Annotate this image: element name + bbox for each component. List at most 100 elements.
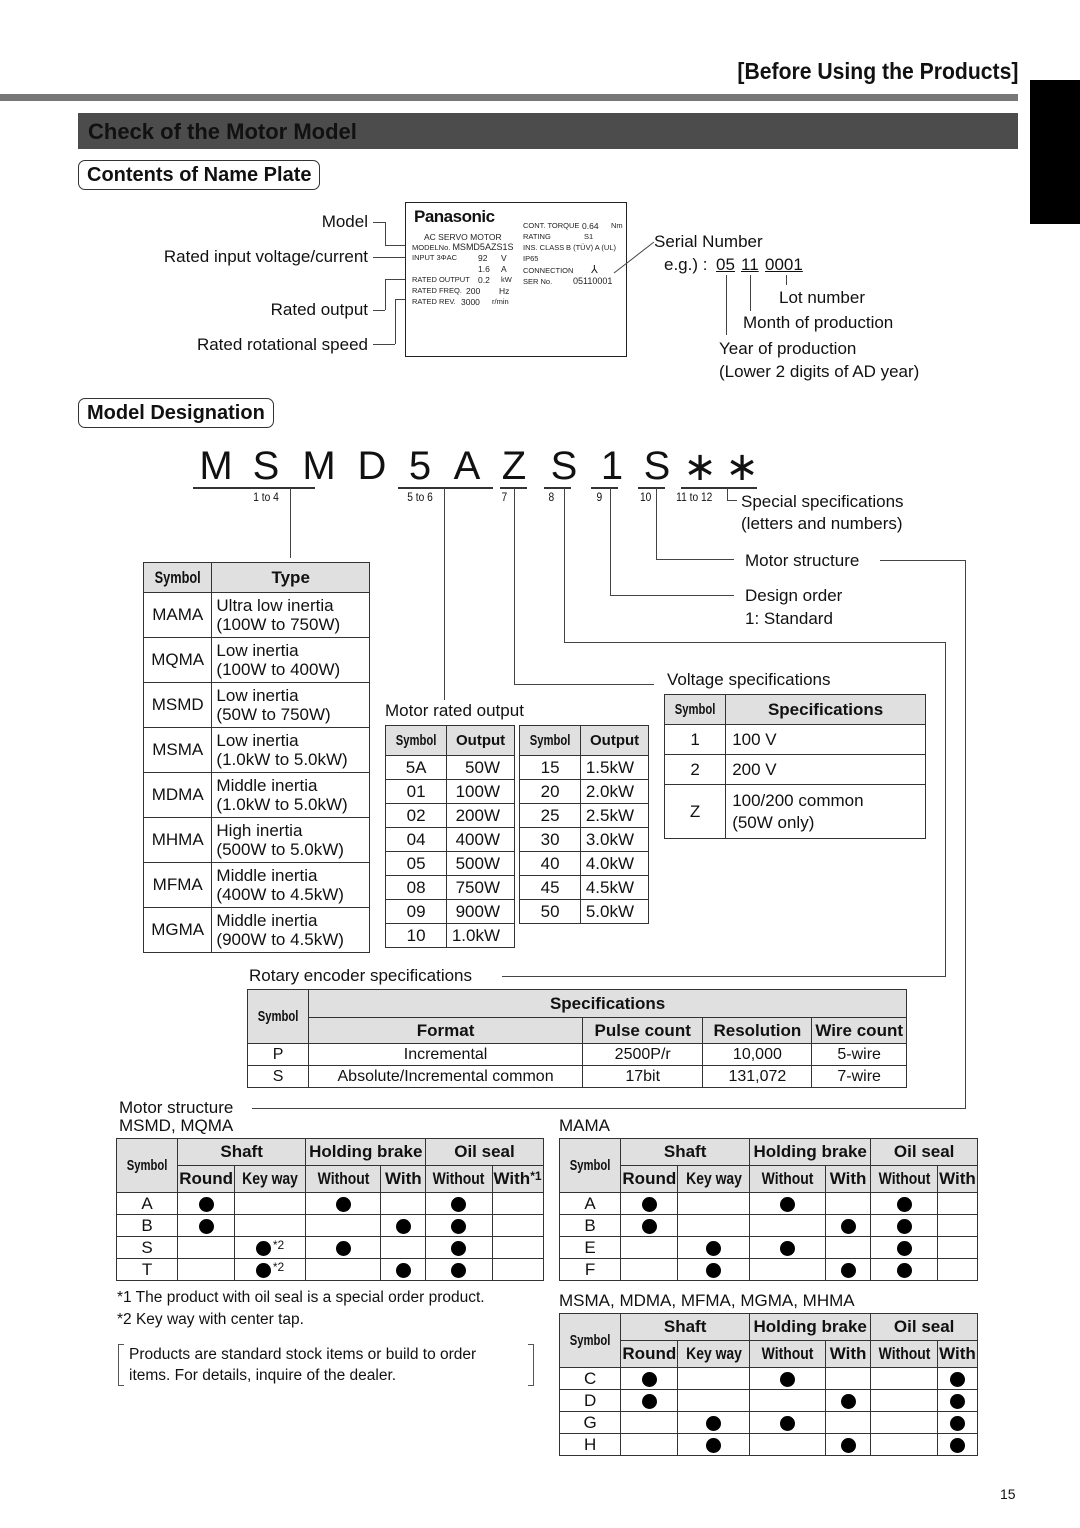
output-symbol: 30 [518, 827, 582, 852]
label-model: Model [321, 212, 368, 231]
voltage-row: Z 100/200 common (50W only) [663, 784, 926, 839]
filled-circle-icon [779, 1371, 795, 1387]
structure-row: C [558, 1367, 979, 1390]
stock-note-line2: items. For details, inquire of the deale… [129, 1367, 397, 1384]
output-symbol: 45 [518, 875, 582, 900]
structure-group-header: Shaft [620, 1313, 751, 1341]
filled-circle-icon [706, 1262, 722, 1278]
type-symbol: MAMA [142, 592, 213, 638]
structure-group-header: Holding brake [749, 1313, 872, 1341]
structure-sub-header: Key way [677, 1340, 751, 1368]
output-value: 1.0kW [446, 923, 515, 948]
output-value: 100W [446, 779, 515, 804]
filled-circle-icon [706, 1415, 722, 1431]
voltage-symbol: 2 [663, 754, 727, 785]
structure-sub-header: Without [870, 1165, 938, 1193]
design-order-label: Design order [745, 586, 843, 605]
output-symbol: 04 [384, 827, 448, 852]
motor-structure-callout: Motor structure [745, 551, 860, 570]
structure-row: D [558, 1389, 979, 1412]
structure-sub-header: Key way [234, 1165, 307, 1193]
structure-sub-header: With [936, 1165, 979, 1193]
year-label: Year of production [719, 339, 857, 358]
structure-row: T *2 [115, 1258, 544, 1281]
plate-model-value: MSMD5AZS1S [452, 242, 514, 252]
filled-circle-icon [335, 1196, 351, 1212]
header-rule [0, 94, 1018, 101]
page-title: Check of the Motor Model [78, 113, 1018, 149]
output-value: 750W [446, 875, 515, 900]
plate-serial-value: 05110001 [573, 276, 613, 286]
output-value: 4.0kW [580, 851, 649, 876]
output-value: 3.0kW [580, 827, 649, 852]
footnote-1: *1 The product with oil seal is a specia… [117, 1289, 485, 1306]
section-tag: [Before Using the Products] [737, 58, 1018, 84]
filled-circle-icon [395, 1262, 411, 1278]
structure-group-header: Holding brake [749, 1138, 872, 1166]
filled-circle-icon [706, 1240, 722, 1256]
filled-circle-icon [949, 1371, 965, 1387]
filled-circle-icon [451, 1262, 467, 1278]
special-spec-note: (letters and numbers) [741, 514, 903, 533]
motor-structure-label: Motor structure [119, 1098, 234, 1117]
structure-row: A [558, 1192, 979, 1215]
output-row: 30 3.0kW [518, 827, 649, 852]
encoder-cell: P [246, 1043, 310, 1066]
filled-circle-icon [198, 1218, 214, 1234]
encoder-cell: S [246, 1065, 310, 1088]
voltage-symbol: 1 [663, 724, 727, 755]
output-symbol: 5A [384, 755, 448, 780]
output-symbol: 08 [384, 875, 448, 900]
output-row: 5A 50W [384, 755, 515, 780]
filled-circle-icon [451, 1240, 467, 1256]
structure-title-msma: MSMA, MDMA, MFMA, MGMA, MHMA [559, 1291, 855, 1310]
filled-circle-icon [706, 1437, 722, 1453]
encoder-cell: Absolute/Incremental common [308, 1065, 583, 1088]
type-row: MDMA Middle inertia (1.0kW to 5.0kW) [142, 772, 370, 818]
output-value: 2.0kW [580, 779, 649, 804]
filled-circle-icon [335, 1240, 351, 1256]
output-symbol: 20 [518, 779, 582, 804]
structure-sub-header: With [824, 1340, 872, 1368]
filled-circle-icon [779, 1240, 795, 1256]
output-row: 08 750W [384, 875, 515, 900]
type-symbol: MFMA [142, 862, 213, 908]
label-rated-speed: Rated rotational speed [196, 335, 368, 354]
voltage-spec-label: Voltage specifications [667, 670, 831, 689]
type-description: Ultra low inertia (100W to 750W) [211, 592, 370, 638]
encoder-cell: 2500P/r [581, 1043, 704, 1066]
output-row: 01 100W [384, 779, 515, 804]
output-symbol: 40 [518, 851, 582, 876]
structure-row: H [558, 1433, 979, 1456]
chapter-tab [1030, 80, 1080, 224]
type-symbol: MGMA [142, 907, 213, 953]
output-symbol: 09 [384, 899, 448, 924]
type-description: Low inertia (100W to 400W) [211, 637, 370, 683]
structure-sub-header: With [380, 1165, 427, 1193]
output-table-2: Symbol Output 15 1.5kW 20 2.0kW 25 2.5kW 30 3.0… [518, 725, 649, 924]
filled-circle-icon [896, 1240, 912, 1256]
structure-symbol: E [558, 1236, 622, 1259]
structure-row: A [115, 1192, 544, 1215]
structure-symbol: A [558, 1192, 622, 1215]
structure-sub-header: Round [620, 1340, 679, 1368]
filled-circle-icon [896, 1218, 912, 1234]
serial-leader-line [613, 241, 655, 274]
type-symbol: MSMD [142, 682, 213, 728]
design-order-note: 1: Standard [745, 609, 833, 628]
type-table: Symbol Type MAMA Ultra low inertia (100W t… [142, 562, 370, 953]
year-note: (Lower 2 digits of AD year) [719, 362, 920, 381]
type-description: Low inertia (1.0kW to 5.0kW) [211, 727, 370, 773]
encoder-spec-label: Rotary encoder specifications [249, 966, 473, 985]
voltage-table: Symbol Specifications 1 100 V 2 200 V Z 100/2… [663, 694, 926, 839]
voltage-spec: 100 V [725, 724, 926, 755]
output-row: 10 1.0kW [384, 923, 515, 948]
structure-sub-header: With*1 [491, 1165, 544, 1193]
structure-sub-header: Without [749, 1340, 826, 1368]
output-row: 20 2.0kW [518, 779, 649, 804]
special-spec-label: Special specifications [741, 492, 904, 511]
type-row: MAMA Ultra low inertia (100W to 750W) [142, 592, 370, 638]
filled-circle-icon [198, 1196, 214, 1212]
stock-note-line1: Products are standard stock items or bui… [129, 1346, 477, 1363]
filled-circle-icon [949, 1437, 965, 1453]
